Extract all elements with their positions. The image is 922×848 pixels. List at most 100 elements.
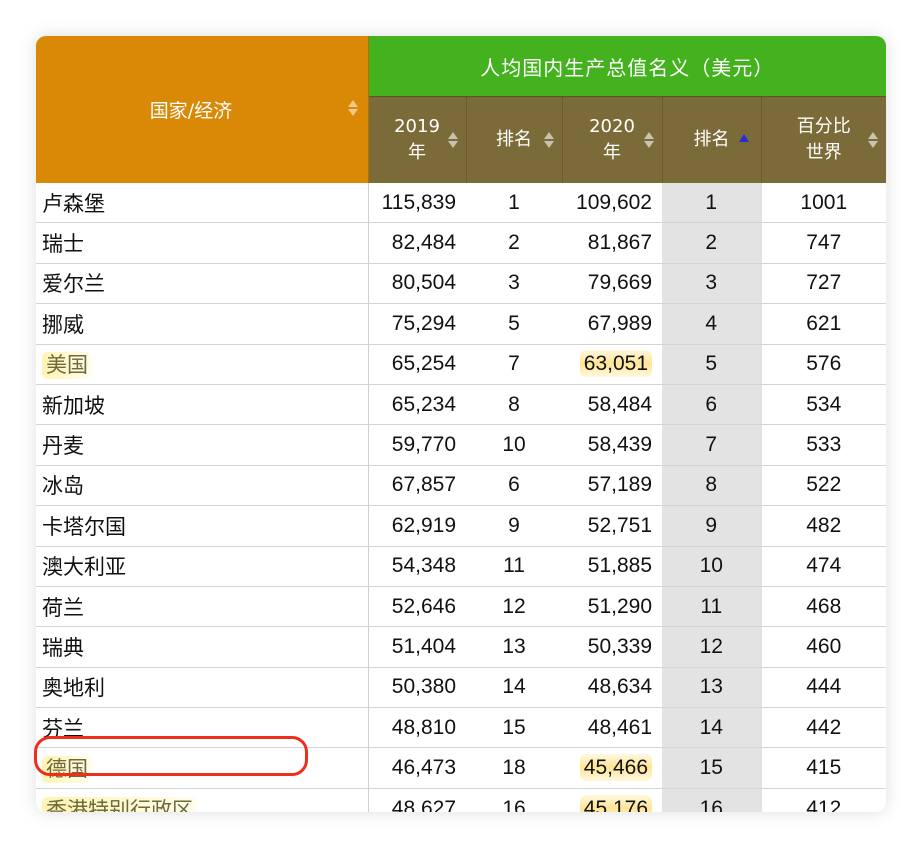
rank-2019-cell-value: 10 bbox=[502, 433, 526, 457]
table-row[interactable]: 瑞士 82,484 2 81,867 2 747 bbox=[36, 222, 886, 264]
gdp-2020-cell: 63,051 bbox=[562, 344, 662, 385]
sort-ascending-icon[interactable] bbox=[738, 134, 749, 142]
table-row[interactable]: 爱尔兰 80,504 3 79,669 3 727 bbox=[36, 263, 886, 305]
rank-2020-cell-value: 6 bbox=[705, 392, 718, 416]
percent-world-cell: 522 bbox=[760, 465, 886, 507]
rank-2020-cell-value: 11 bbox=[700, 594, 723, 618]
table-row[interactable]: 美国 65,254 7 63,051 5 576 bbox=[36, 344, 886, 385]
rank-2019-cell-value: 7 bbox=[508, 352, 520, 376]
gdp-2019-cell: 80,504 bbox=[368, 263, 466, 305]
year-2020-header[interactable]: 2020 年 bbox=[561, 96, 662, 183]
gdp-2019-cell-value: 48,627 bbox=[391, 796, 456, 812]
gdp-2019-cell-value: 75,294 bbox=[391, 311, 456, 335]
table-row[interactable]: 冰岛 67,857 6 57,189 8 522 bbox=[36, 465, 886, 507]
table-row[interactable]: 卡塔尔国 62,919 9 52,751 9 482 bbox=[36, 505, 886, 547]
gdp-2019-cell-value: 59,770 bbox=[391, 433, 456, 457]
rank-2020-cell: 11 bbox=[662, 586, 761, 628]
rank-2019-cell: 15 bbox=[466, 707, 562, 749]
gdp-2020-cell-value: 45,176 bbox=[579, 794, 652, 812]
country-cell-value: 卢森堡 bbox=[42, 192, 105, 216]
percent-world-header[interactable]: 百分比 世界 bbox=[760, 96, 886, 183]
sort-icon[interactable] bbox=[643, 130, 654, 150]
gdp-2020-cell-value: 109,602 bbox=[576, 190, 652, 214]
country-cell-value: 爱尔兰 bbox=[42, 273, 105, 297]
rank-2020-cell-value: 7 bbox=[705, 433, 718, 457]
table-row[interactable]: 卢森堡 115,839 1 109,602 1 1001 bbox=[36, 183, 886, 224]
gdp-2020-cell: 79,669 bbox=[562, 263, 662, 305]
gdp-2019-cell-value: 46,473 bbox=[391, 756, 456, 780]
percent-world-cell-value: 522 bbox=[806, 473, 842, 497]
rank-2019-cell: 6 bbox=[466, 465, 562, 507]
country-cell-value: 冰岛 bbox=[42, 475, 84, 499]
percent-world-cell-value: 727 bbox=[806, 271, 842, 295]
gdp-2019-cell: 82,484 bbox=[368, 222, 466, 264]
percent-world-cell: 534 bbox=[760, 384, 886, 426]
table-row[interactable]: 新加坡 65,234 8 58,484 6 534 bbox=[36, 384, 886, 426]
table-row[interactable]: 丹麦 59,770 10 58,439 7 533 bbox=[36, 424, 886, 466]
country-column-header[interactable]: 国家/经济 bbox=[36, 36, 369, 183]
gdp-2019-cell: 48,810 bbox=[368, 707, 466, 749]
gdp-2020-cell: 58,439 bbox=[562, 424, 662, 466]
gdp-2020-cell-value: 48,634 bbox=[587, 675, 652, 699]
rank-2019-cell: 12 bbox=[466, 586, 562, 628]
table-row[interactable]: 瑞典 51,404 13 50,339 12 460 bbox=[36, 626, 886, 668]
percent-world-cell: 474 bbox=[760, 546, 886, 587]
rank-2019-header[interactable]: 排名 bbox=[465, 96, 562, 183]
year-2019-header[interactable]: 2019 年 bbox=[367, 96, 466, 183]
table-row[interactable]: 澳大利亚 54,348 11 51,885 10 474 bbox=[36, 546, 886, 587]
gdp-2020-cell-value: 51,290 bbox=[587, 594, 652, 618]
country-cell: 澳大利亚 bbox=[36, 546, 369, 587]
table-row[interactable]: 香港特别行政区 48,627 16 45,176 16 412 bbox=[36, 788, 886, 812]
gdp-2020-cell-value: 57,189 bbox=[587, 473, 652, 497]
rank-2019-cell: 11 bbox=[466, 546, 562, 587]
gdp-2019-cell-value: 51,404 bbox=[391, 634, 456, 658]
percent-world-cell: 442 bbox=[760, 707, 886, 749]
country-cell-value: 美国 bbox=[42, 352, 92, 380]
gdp-2019-cell: 65,234 bbox=[368, 384, 466, 426]
gdp-2019-cell: 67,857 bbox=[368, 465, 466, 507]
gdp-2020-cell-value: 81,867 bbox=[587, 231, 652, 255]
table-row[interactable]: 挪威 75,294 5 67,989 4 621 bbox=[36, 303, 886, 345]
percent-world-cell-value: 474 bbox=[806, 554, 842, 578]
country-cell-value: 香港特别行政区 bbox=[42, 796, 197, 812]
rank-2020-cell: 6 bbox=[662, 384, 761, 426]
percent-world-cell: 747 bbox=[760, 222, 886, 264]
year-2019-label-line2: 年 bbox=[408, 142, 426, 163]
percent-world-cell-value: 415 bbox=[806, 756, 842, 780]
table-row[interactable]: 奥地利 50,380 14 48,634 13 444 bbox=[36, 667, 886, 709]
gdp-2019-cell: 59,770 bbox=[368, 424, 466, 466]
sort-icon[interactable] bbox=[347, 98, 358, 118]
percent-world-cell: 621 bbox=[760, 303, 886, 345]
gdp-2019-cell: 50,380 bbox=[368, 667, 466, 709]
sort-icon[interactable] bbox=[868, 130, 879, 150]
year-2020-label: 2020 年 bbox=[589, 114, 635, 166]
gdp-2019-cell: 52,646 bbox=[368, 586, 466, 628]
percent-world-cell-value: 460 bbox=[806, 634, 842, 658]
rank-2019-cell: 2 bbox=[466, 222, 562, 264]
gdp-2019-cell: 62,919 bbox=[368, 505, 466, 547]
gdp-2020-cell: 58,484 bbox=[562, 384, 662, 426]
table-row[interactable]: 荷兰 52,646 12 51,290 11 468 bbox=[36, 586, 886, 628]
percent-world-cell: 468 bbox=[760, 586, 886, 628]
rank-2019-cell: 9 bbox=[466, 505, 562, 547]
sort-icon[interactable] bbox=[447, 130, 458, 150]
rank-2020-cell-value: 9 bbox=[705, 513, 718, 537]
rank-2020-cell: 7 bbox=[662, 424, 761, 466]
percent-world-cell: 460 bbox=[760, 626, 886, 668]
year-2019-label-line1: 2019 bbox=[394, 116, 440, 137]
percent-world-cell: 444 bbox=[760, 667, 886, 709]
rank-2020-header[interactable]: 排名 bbox=[661, 96, 761, 183]
gdp-2019-cell-value: 62,919 bbox=[391, 513, 456, 537]
country-cell: 卢森堡 bbox=[36, 183, 369, 224]
country-cell-value: 挪威 bbox=[42, 313, 84, 337]
year-2019-label: 2019 年 bbox=[394, 114, 440, 166]
gdp-2019-cell: 54,348 bbox=[368, 546, 466, 587]
sort-icon[interactable] bbox=[543, 130, 554, 150]
percent-world-cell: 576 bbox=[760, 344, 886, 385]
rank-2020-cell-value: 1 bbox=[705, 190, 718, 214]
rank-2019-cell-value: 3 bbox=[508, 271, 520, 295]
country-cell: 奥地利 bbox=[36, 667, 369, 709]
percent-world-cell-value: 444 bbox=[806, 675, 842, 699]
country-cell-value: 瑞典 bbox=[42, 636, 84, 660]
country-header-label: 国家/经济 bbox=[149, 100, 233, 122]
